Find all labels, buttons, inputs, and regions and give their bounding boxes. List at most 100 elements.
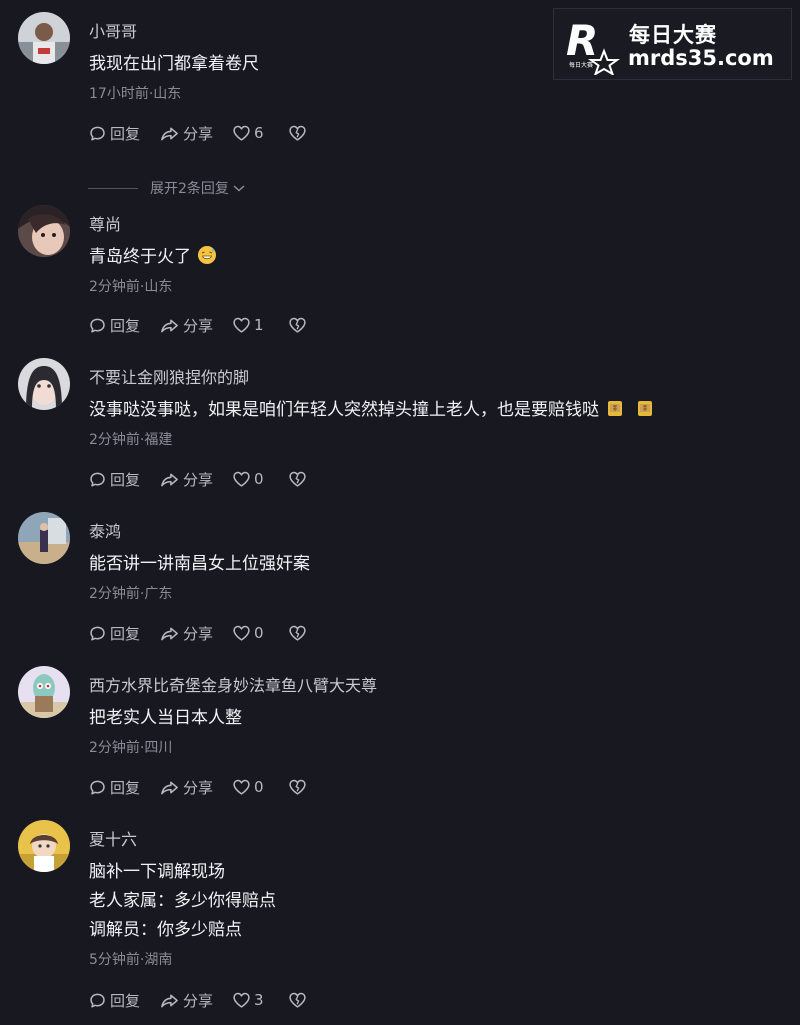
- share-icon: [161, 473, 178, 486]
- heart-icon: [233, 779, 250, 795]
- broken-heart-icon: [289, 317, 306, 333]
- like-button[interactable]: 0: [232, 624, 288, 642]
- share-label: 分享: [183, 991, 214, 1010]
- share-button[interactable]: 分享: [159, 623, 232, 644]
- brand-logo-icon: R 每日大赛: [566, 16, 620, 75]
- reply-label: 回复: [110, 470, 141, 489]
- share-button[interactable]: 分享: [159, 123, 232, 144]
- avatar[interactable]: [18, 666, 70, 718]
- comment-username[interactable]: 尊尚: [89, 211, 121, 235]
- broken-heart-icon: [289, 471, 306, 487]
- share-button[interactable]: 分享: [159, 777, 232, 798]
- heart-icon: [233, 992, 250, 1008]
- share-button[interactable]: 分享: [159, 469, 232, 490]
- comment-meta: 5分钟前·湖南: [89, 952, 173, 968]
- like-button[interactable]: 0: [232, 470, 288, 488]
- dislike-button[interactable]: [288, 991, 307, 1009]
- reply-icon: [90, 993, 105, 1008]
- avatar[interactable]: [18, 205, 70, 257]
- dislike-button[interactable]: [288, 124, 307, 142]
- share-label: 分享: [183, 778, 214, 797]
- reply-label: 回复: [110, 316, 141, 335]
- reply-button[interactable]: 回复: [88, 990, 159, 1011]
- reply-button[interactable]: 回复: [88, 123, 159, 144]
- share-button[interactable]: 分享: [159, 990, 232, 1011]
- comment-meta: 2分钟前·四川: [89, 740, 173, 756]
- expand-divider: [88, 187, 138, 189]
- expand-replies-button[interactable]: 展开2条回复: [88, 178, 246, 198]
- comment-meta: 2分钟前·福建: [89, 432, 173, 448]
- share-label: 分享: [183, 316, 214, 335]
- reply-icon: [90, 780, 105, 795]
- money-emoji-icon: [638, 401, 652, 416]
- reply-label: 回复: [110, 778, 141, 797]
- heart-icon: [233, 625, 250, 641]
- share-label: 分享: [183, 470, 214, 489]
- expand-replies-label: 展开2条回复: [150, 181, 229, 197]
- like-count: 3: [254, 991, 264, 1009]
- broken-heart-icon: [289, 625, 306, 641]
- share-label: 分享: [183, 124, 214, 143]
- comment-username[interactable]: 泰鸿: [89, 518, 121, 542]
- like-button[interactable]: 3: [232, 991, 288, 1009]
- avatar[interactable]: [18, 820, 70, 872]
- comment-text: 老人家属：多少你得赔点: [89, 891, 276, 911]
- like-button[interactable]: 0: [232, 778, 288, 796]
- share-icon: [161, 781, 178, 794]
- share-icon: [161, 319, 178, 332]
- share-icon: [161, 127, 178, 140]
- comment-text: 脑补一下调解现场: [89, 862, 225, 882]
- comment-username[interactable]: 西方水界比奇堡金身妙法章鱼八臂大天尊: [89, 672, 377, 696]
- share-icon: [161, 627, 178, 640]
- dislike-button[interactable]: [288, 778, 307, 796]
- like-count: 1: [254, 316, 264, 334]
- money-emoji-icon: [608, 401, 622, 416]
- avatar[interactable]: [18, 12, 70, 64]
- comment-text: 我现在出门都拿着卷尺: [89, 54, 259, 74]
- comment-text: 把老实人当日本人整: [89, 708, 242, 728]
- dislike-button[interactable]: [288, 470, 307, 488]
- reply-label: 回复: [110, 124, 141, 143]
- comment-text: 没事哒没事哒，如果是咱们年轻人突然掉头撞上老人，也是要赔钱哒: [89, 400, 599, 420]
- like-count: 0: [254, 778, 264, 796]
- reply-icon: [90, 472, 105, 487]
- watermark: R 每日大赛 每日大赛 mrds35.com: [553, 8, 792, 80]
- dislike-button[interactable]: [288, 316, 307, 334]
- like-count: 0: [254, 624, 264, 642]
- reply-button[interactable]: 回复: [88, 777, 159, 798]
- like-button[interactable]: 6: [232, 124, 288, 142]
- watermark-url: mrds35.com: [628, 46, 774, 70]
- reply-button[interactable]: 回复: [88, 315, 159, 336]
- reply-icon: [90, 626, 105, 641]
- comment-meta: 17小时前·山东: [89, 86, 182, 102]
- like-button[interactable]: 1: [232, 316, 288, 334]
- comment-text: 青岛终于火了: [89, 247, 191, 267]
- heart-icon: [233, 317, 250, 333]
- brand-logo-small-text: 每日大赛: [569, 61, 593, 69]
- svg-text:R: R: [566, 16, 598, 65]
- like-count: 6: [254, 124, 264, 142]
- share-button[interactable]: 分享: [159, 315, 232, 336]
- comment-text: 能否讲一讲南昌女上位强奸案: [89, 554, 310, 574]
- comment-username[interactable]: 小哥哥: [89, 18, 137, 42]
- share-icon: [161, 994, 178, 1007]
- broken-heart-icon: [289, 992, 306, 1008]
- avatar[interactable]: [18, 358, 70, 410]
- share-label: 分享: [183, 624, 214, 643]
- comment-username[interactable]: 夏十六: [89, 826, 137, 850]
- reply-button[interactable]: 回复: [88, 469, 159, 490]
- dislike-button[interactable]: [288, 624, 307, 642]
- watermark-brand-text: 每日大赛: [629, 23, 717, 47]
- reply-label: 回复: [110, 991, 141, 1010]
- comment-username[interactable]: 不要让金刚狼捏你的脚: [89, 364, 249, 388]
- avatar[interactable]: [18, 512, 70, 564]
- comment-text: 调解员：你多少赔点: [89, 920, 242, 940]
- comment-meta: 2分钟前·广东: [89, 586, 173, 602]
- broken-heart-icon: [289, 779, 306, 795]
- reply-button[interactable]: 回复: [88, 623, 159, 644]
- reply-icon: [90, 126, 105, 141]
- comment-meta: 2分钟前·山东: [89, 279, 173, 295]
- like-count: 0: [254, 470, 264, 488]
- chevron-down-icon: [233, 185, 245, 192]
- sweat-smile-emoji-icon: [198, 246, 216, 264]
